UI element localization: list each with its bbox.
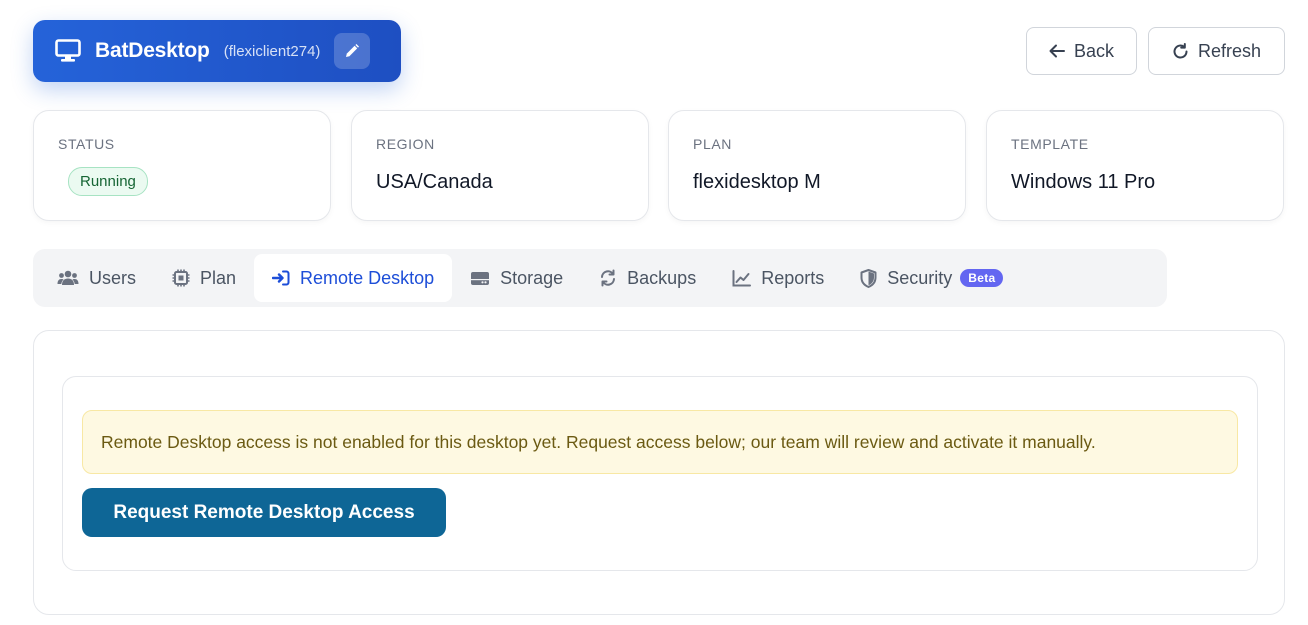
sign-in-icon <box>272 270 290 286</box>
tab-remote-desktop-label: Remote Desktop <box>300 267 435 288</box>
monitor-icon <box>55 38 81 64</box>
plan-value: flexidesktop M <box>693 171 821 193</box>
refresh-icon <box>1172 42 1189 60</box>
desktop-name: BatDesktop <box>95 39 210 62</box>
line-chart-icon <box>732 269 752 287</box>
region-value: USA/Canada <box>376 171 493 193</box>
template-card: Template Windows 11 Pro <box>986 110 1284 221</box>
client-id: (flexiclient274) <box>223 42 321 60</box>
tab-bar: Users Plan Remote Desktop Storage Backup… <box>33 249 1167 307</box>
not-enabled-notice: Remote Desktop access is not enabled for… <box>82 410 1238 474</box>
plan-card: Plan flexidesktop M <box>668 110 966 221</box>
remote-desktop-section: Remote Desktop access is not enabled for… <box>62 376 1258 571</box>
tab-backups[interactable]: Backups <box>581 254 714 302</box>
tab-security[interactable]: Security Beta <box>842 254 1021 302</box>
tab-reports-label: Reports <box>761 267 825 288</box>
region-card: Region USA/Canada <box>351 110 649 221</box>
tab-storage-label: Storage <box>500 267 564 288</box>
status-card: Status Running <box>33 110 331 221</box>
remote-desktop-panel: Remote Desktop access is not enabled for… <box>33 330 1285 615</box>
template-label: Template <box>1011 136 1089 152</box>
status-badge: Running <box>68 167 148 196</box>
sync-icon <box>599 269 617 287</box>
chip-icon <box>172 269 190 287</box>
region-label: Region <box>376 136 435 152</box>
refresh-label: Refresh <box>1197 40 1262 61</box>
tab-security-label: Security <box>887 267 953 288</box>
tab-users[interactable]: Users <box>39 254 154 302</box>
pencil-icon <box>344 43 360 59</box>
shield-icon <box>860 268 877 288</box>
request-remote-desktop-access-button[interactable]: Request Remote Desktop Access <box>82 488 446 537</box>
tab-backups-label: Backups <box>627 267 697 288</box>
tab-reports[interactable]: Reports <box>714 254 842 302</box>
status-label: Status <box>58 136 115 152</box>
tab-users-label: Users <box>89 267 137 288</box>
back-label: Back <box>1073 40 1115 61</box>
plan-label: Plan <box>693 136 732 152</box>
desktop-title-card: BatDesktop (flexiclient274) <box>33 20 401 82</box>
template-value: Windows 11 Pro <box>1011 171 1156 193</box>
arrow-left-icon <box>1049 44 1065 58</box>
tab-plan[interactable]: Plan <box>154 254 254 302</box>
refresh-button[interactable]: Refresh <box>1148 27 1285 75</box>
tab-remote-desktop[interactable]: Remote Desktop <box>254 254 453 302</box>
users-icon <box>57 270 79 286</box>
tab-storage[interactable]: Storage <box>452 254 581 302</box>
beta-badge: Beta <box>960 269 1004 287</box>
hard-drive-icon <box>470 271 490 286</box>
edit-name-button[interactable] <box>334 33 371 69</box>
tab-plan-label: Plan <box>200 267 237 288</box>
back-button[interactable]: Back <box>1026 27 1137 75</box>
